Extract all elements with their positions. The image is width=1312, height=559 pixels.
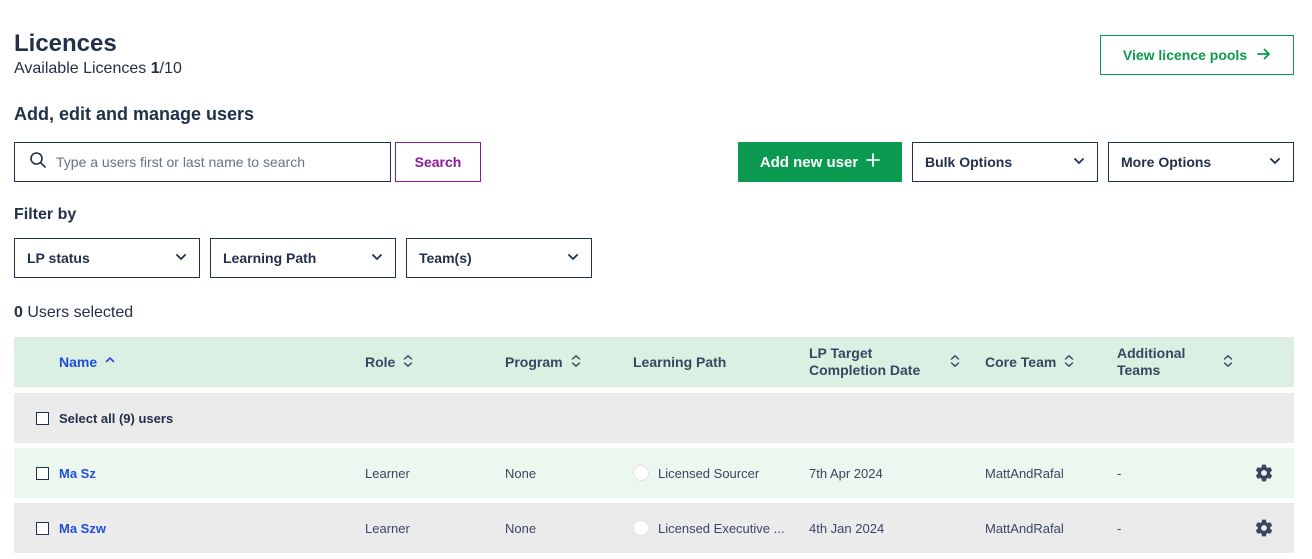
search-button[interactable]: Search: [395, 142, 481, 182]
column-header-additional-teams-line2: Teams: [1117, 362, 1161, 378]
user-core-team: MattAndRafal: [985, 520, 1064, 536]
lp-status-indicator: [633, 520, 649, 536]
user-role: Learner: [365, 465, 410, 481]
user-learning-path-label: Licensed Executive ...: [658, 520, 785, 536]
arrow-right-icon: [1257, 47, 1271, 64]
user-program: None: [505, 465, 537, 481]
sort-icon: [950, 354, 960, 371]
column-header-program-label: Program: [505, 354, 563, 370]
table-row: Ma Szw Learner None Licensed Executive .…: [14, 503, 1294, 553]
row-checkbox-cell: [36, 503, 49, 553]
column-header-core-team-label: Core Team: [985, 354, 1057, 370]
plus-icon: [866, 153, 881, 171]
row-checkbox-cell: [36, 448, 49, 498]
user-program: None: [505, 520, 537, 536]
search-field[interactable]: [14, 142, 391, 182]
more-options-dropdown[interactable]: More Options: [1108, 142, 1294, 182]
users-selected-label: Users selected: [22, 304, 134, 321]
filter-learning-path-dropdown[interactable]: Learning Path: [210, 238, 396, 278]
sort-icon: [571, 354, 581, 371]
chevron-down-icon: [1073, 154, 1085, 170]
search-input[interactable]: [56, 154, 376, 170]
sort-icon: [1223, 354, 1233, 371]
chevron-down-icon: [567, 250, 579, 266]
more-options-label: More Options: [1121, 154, 1212, 170]
column-header-name[interactable]: Name: [59, 337, 115, 387]
user-additional-teams: -: [1117, 465, 1122, 481]
add-new-user-label: Add new user: [759, 153, 859, 171]
sort-icon: [403, 354, 413, 371]
filter-by-label: Filter by: [14, 206, 77, 223]
user-learning-path: Licensed Executive ...: [633, 503, 784, 553]
user-learning-path: Licensed Sourcer: [633, 448, 759, 498]
chevron-down-icon: [1269, 154, 1281, 170]
column-header-lp-target-date-label: LP Target Completion Date: [809, 345, 920, 379]
user-name-link[interactable]: Ma Sz: [59, 448, 96, 498]
column-header-program[interactable]: Program: [505, 337, 581, 387]
column-header-lp-target-date-line2: Completion Date: [809, 362, 921, 378]
users-selected-count: 0 Users selected: [14, 304, 133, 322]
sort-icon: [1064, 354, 1074, 371]
column-header-lp-target-date[interactable]: LP Target Completion Date: [809, 337, 960, 387]
gear-icon[interactable]: [1254, 503, 1274, 553]
user-learning-path-label: Licensed Sourcer: [658, 465, 760, 481]
sort-ascending-icon: [105, 354, 115, 371]
select-all-checkbox[interactable]: [36, 411, 49, 425]
column-header-additional-teams[interactable]: Additional Teams: [1117, 337, 1233, 387]
column-header-learning-path: Learning Path: [633, 337, 726, 387]
available-licences: Available Licences 1/10: [14, 60, 182, 78]
available-licences-label: Available Licences: [14, 60, 147, 77]
available-licences-used: 1: [150, 60, 160, 77]
add-new-user-button[interactable]: Add new user: [738, 142, 902, 182]
user-target-date: 7th Apr 2024: [809, 465, 883, 481]
user-target-date: 4th Jan 2024: [809, 520, 885, 536]
column-header-additional-teams-label: Additional Teams: [1117, 345, 1185, 379]
column-header-name-label: Name: [59, 354, 98, 370]
column-header-learning-path-label: Learning Path: [633, 354, 727, 370]
select-all-row: Select all (9) users: [14, 393, 1294, 443]
filter-lp-status-label: LP status: [27, 250, 90, 266]
column-header-role[interactable]: Role: [365, 337, 413, 387]
select-all-label: Select all (9) users: [59, 410, 174, 426]
users-selected-number: 0: [14, 304, 23, 321]
page-title: Licences: [14, 30, 117, 57]
table-row: Ma Sz Learner None Licensed Sourcer 7th …: [14, 448, 1294, 498]
view-licence-pools-button[interactable]: View licence pools: [1100, 35, 1294, 75]
column-header-role-label: Role: [365, 354, 396, 370]
table-header: Name Role Program Learning Path LP Targe…: [14, 337, 1294, 387]
filter-learning-path-label: Learning Path: [223, 250, 317, 266]
filter-teams-label: Team(s): [419, 250, 472, 266]
lp-status-indicator: [633, 465, 649, 481]
view-licence-pools-label: View licence pools: [1122, 47, 1248, 63]
filter-teams-dropdown[interactable]: Team(s): [406, 238, 592, 278]
user-name-link[interactable]: Ma Szw: [59, 503, 106, 553]
user-additional-teams: -: [1117, 520, 1122, 536]
chevron-down-icon: [371, 250, 383, 266]
user-role: Learner: [365, 520, 410, 536]
chevron-down-icon: [175, 250, 187, 266]
row-checkbox[interactable]: [36, 521, 49, 535]
column-header-lp-target-date-line1: LP Target: [809, 345, 873, 361]
filter-lp-status-dropdown[interactable]: LP status: [14, 238, 200, 278]
user-core-team: MattAndRafal: [985, 465, 1064, 481]
bulk-options-dropdown[interactable]: Bulk Options: [912, 142, 1098, 182]
gear-icon[interactable]: [1254, 448, 1274, 498]
bulk-options-label: Bulk Options: [925, 154, 1013, 170]
available-licences-total: /10: [159, 60, 182, 77]
row-checkbox[interactable]: [36, 466, 49, 480]
section-title: Add, edit and manage users: [14, 104, 255, 124]
column-header-additional-teams-line1: Additional: [1117, 345, 1186, 361]
search-icon: [29, 151, 56, 174]
column-header-core-team[interactable]: Core Team: [985, 337, 1074, 387]
